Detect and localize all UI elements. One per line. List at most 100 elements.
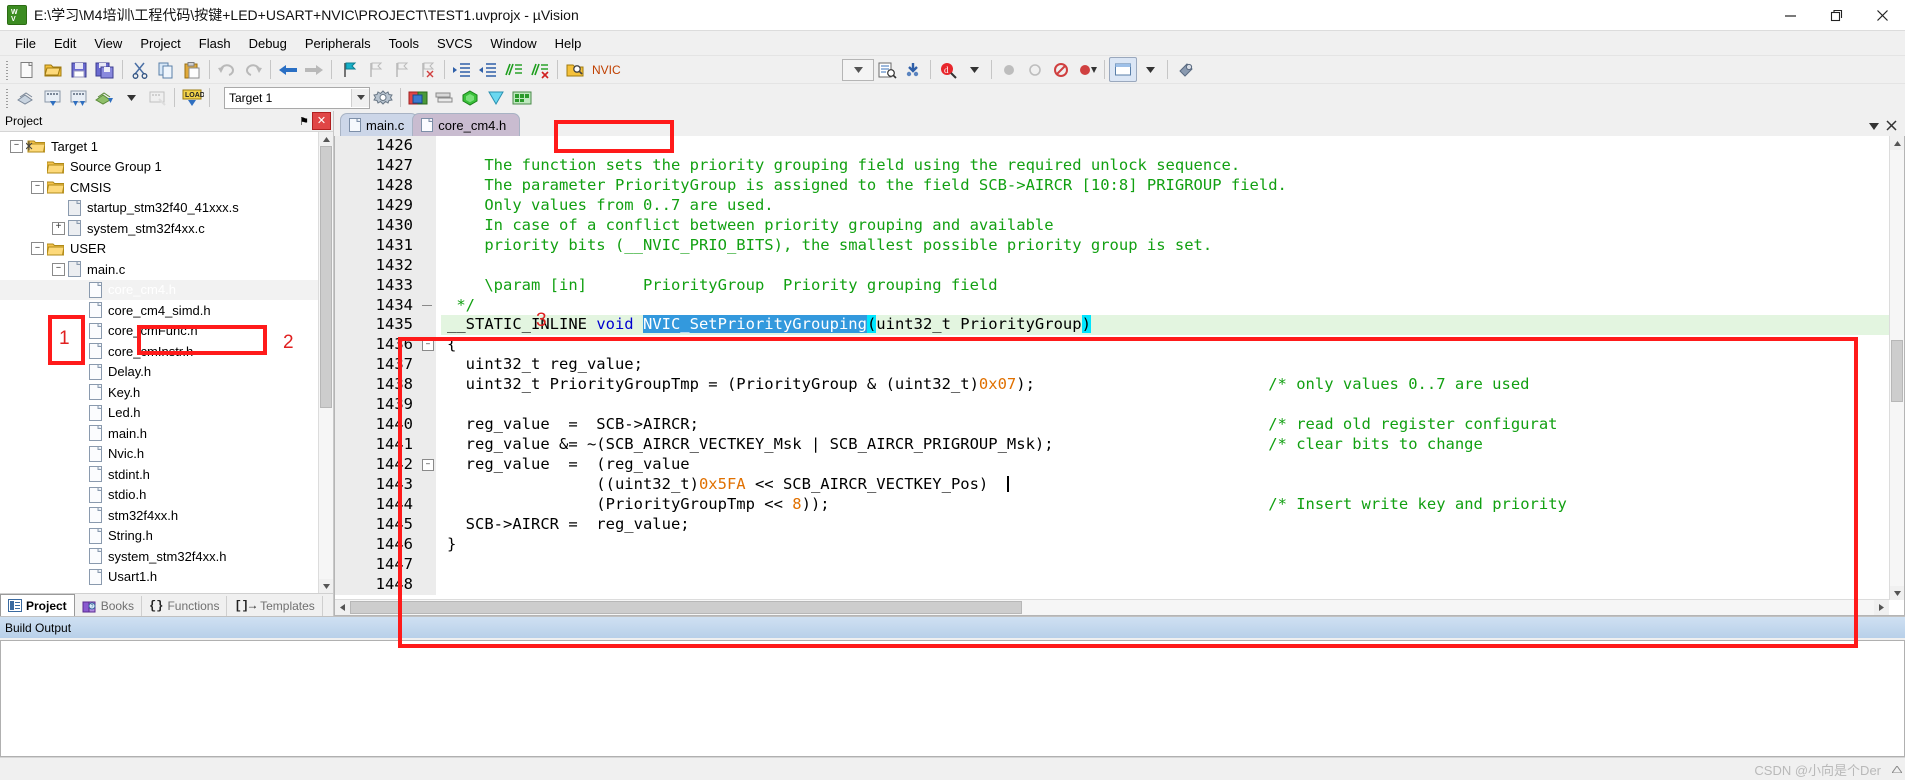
code-text[interactable]: ((uint32_t)0x5FA << SCB_AIRCR_VECTKEY_Po… [441, 475, 1889, 495]
tree-item-string-h[interactable]: String.h [0, 526, 319, 547]
expander-glyph[interactable]: + [52, 221, 65, 235]
close-button[interactable] [1859, 0, 1905, 30]
chevron-down-icon[interactable] [351, 88, 369, 107]
menu-flash[interactable]: Flash [190, 33, 240, 54]
code-text[interactable]: reg_value &= ~(SCB_AIRCR_VECTKEY_Msk | S… [441, 435, 1889, 455]
code-text[interactable]: In case of a conflict between priority g… [441, 216, 1889, 236]
configuration-wizard-icon[interactable] [1172, 58, 1198, 81]
fold-collapse-icon[interactable]: – [422, 459, 434, 471]
code-line[interactable]: 1443 ((uint32_t)0x5FA << SCB_AIRCR_VECTK… [335, 474, 1889, 495]
code-text[interactable]: The function sets the priority grouping … [441, 156, 1889, 176]
menu-help[interactable]: Help [546, 33, 591, 54]
fold-column[interactable]: – [420, 455, 436, 475]
fold-column[interactable] [420, 255, 436, 276]
code-line[interactable]: 1444 (PriorityGroupTmp << 8)); /* Insert… [335, 494, 1889, 515]
menu-window[interactable]: Window [481, 33, 545, 54]
indent-right-icon[interactable] [449, 58, 475, 81]
build-icon[interactable] [40, 86, 66, 109]
code-text[interactable]: uint32_t PriorityGroupTmp = (PriorityGro… [441, 375, 1889, 395]
window-layout-icon[interactable] [1109, 57, 1137, 82]
code-text[interactable]: __STATIC_INLINE void NVIC_SetPriorityGro… [441, 315, 1889, 335]
tab-list-chevron-icon[interactable] [1869, 121, 1879, 133]
tree-item-target-1[interactable]: – Target 1 [0, 136, 319, 157]
insert-bookmark-icon[interactable] [336, 58, 362, 81]
browse-symbols-icon[interactable] [874, 58, 900, 81]
fold-column[interactable] [420, 275, 436, 296]
menu-project[interactable]: Project [131, 33, 189, 54]
manage-layers-icon[interactable] [431, 86, 457, 109]
tab-project[interactable]: Project [0, 594, 75, 616]
code-editor[interactable]: 1426 1427 The function sets the priority … [334, 136, 1905, 616]
tree-item-startup-stm32f40-41xxx-s[interactable]: startup_stm32f40_41xxx.s [0, 198, 319, 219]
indent-left-icon[interactable] [475, 58, 501, 81]
code-text[interactable] [441, 136, 1889, 156]
code-text[interactable]: Only values from 0..7 are used. [441, 196, 1889, 216]
manage-run-time-icon[interactable] [509, 86, 535, 109]
debug-search-icon[interactable]: d [935, 58, 961, 81]
rebuild-icon[interactable] [66, 86, 92, 109]
fold-column[interactable] [420, 474, 436, 495]
target-selector[interactable]: Target 1 [224, 86, 370, 109]
debug-search-dropdown-icon[interactable] [961, 58, 987, 81]
comment-lines-icon[interactable] [501, 58, 527, 81]
code-line[interactable]: 1448 [335, 574, 1889, 595]
code-text[interactable]: \param [in] PriorityGroup Priority group… [441, 276, 1889, 296]
code-line[interactable]: 1435 __STATIC_INLINE void NVIC_SetPriorit… [335, 315, 1889, 336]
configure-icon[interactable] [900, 58, 926, 81]
fold-column[interactable] [420, 375, 436, 396]
pack-installer-icon[interactable] [457, 86, 483, 109]
window-layout-dropdown-icon[interactable] [1137, 58, 1163, 81]
tree-item-core-cm4-h[interactable]: core_cm4.h [0, 279, 319, 300]
tree-item-cmsis[interactable]: – CMSIS [0, 177, 319, 198]
kill-breakpoints-icon[interactable] [1074, 58, 1100, 81]
code-line[interactable]: 1429 Only values from 0..7 are used. [335, 195, 1889, 216]
code-text[interactable] [441, 395, 1889, 415]
scroll-up-icon[interactable] [319, 132, 333, 146]
scroll-thumb-h[interactable] [350, 601, 1022, 614]
toolbar-grip-2[interactable] [3, 87, 11, 108]
collapse-icon[interactable]: – [52, 262, 68, 276]
tree-item-core-cminstr-h[interactable]: core_cmInstr.h [0, 341, 319, 362]
find-input[interactable]: NVIC [588, 59, 732, 80]
fold-column[interactable] [420, 195, 436, 216]
code-text[interactable]: reg_value = SCB->AIRCR; /* read old regi… [441, 415, 1889, 435]
tab-books[interactable]: ? Books [75, 596, 143, 616]
menu-file[interactable]: File [6, 33, 45, 54]
collapse-icon[interactable]: – [31, 242, 47, 256]
cut-icon[interactable] [127, 58, 153, 81]
fold-column[interactable] [420, 574, 436, 595]
minimize-button[interactable] [1767, 0, 1813, 30]
code-line[interactable]: 1433 \param [in] PriorityGroup Priority … [335, 275, 1889, 296]
project-tree[interactable]: – Target 1 Source Group 1 – CMSIS startup_stm… [0, 132, 319, 593]
code-text[interactable]: (PriorityGroupTmp << 8)); /* Insert writ… [441, 495, 1889, 515]
code-text[interactable] [441, 575, 1889, 595]
code-text[interactable]: */ [441, 296, 1889, 316]
save-icon[interactable] [66, 58, 92, 81]
expander-glyph[interactable]: – [31, 242, 44, 256]
copy-icon[interactable] [153, 58, 179, 81]
editor-hscrollbar[interactable] [335, 599, 1889, 615]
menu-view[interactable]: View [85, 33, 131, 54]
fold-column[interactable] [420, 494, 436, 515]
menu-peripherals[interactable]: Peripherals [296, 33, 380, 54]
code-line[interactable]: 1431 priority bits (__NVIC_PRIO_BITS), t… [335, 235, 1889, 256]
expand-icon[interactable]: + [52, 221, 68, 235]
tree-item-key-h[interactable]: Key.h [0, 382, 319, 403]
code-line[interactable]: 1428 The parameter PriorityGroup is assi… [335, 175, 1889, 196]
tab-functions[interactable]: {} Functions [142, 596, 228, 616]
fold-column[interactable] [420, 534, 436, 555]
resize-grip-icon[interactable] [1889, 758, 1905, 780]
tree-item-user[interactable]: – USER [0, 239, 319, 260]
pin-icon[interactable]: ⚑ [296, 113, 312, 129]
menu-tools[interactable]: Tools [380, 33, 428, 54]
disable-breakpoints-icon[interactable] [1048, 58, 1074, 81]
fold-column[interactable] [420, 215, 436, 236]
code-text[interactable]: uint32_t reg_value; [441, 355, 1889, 375]
code-line[interactable]: 1436–{ [335, 335, 1889, 356]
tab-templates[interactable]: []→ Templates [227, 596, 323, 616]
project-tree-scrollbar[interactable] [318, 132, 333, 593]
scroll-track-h[interactable] [350, 600, 1874, 615]
tree-item-led-h[interactable]: Led.h [0, 403, 319, 424]
code-text[interactable]: SCB->AIRCR = reg_value; [441, 515, 1889, 535]
code-line[interactable]: 1441 reg_value &= ~(SCB_AIRCR_VECTKEY_Ms… [335, 435, 1889, 455]
